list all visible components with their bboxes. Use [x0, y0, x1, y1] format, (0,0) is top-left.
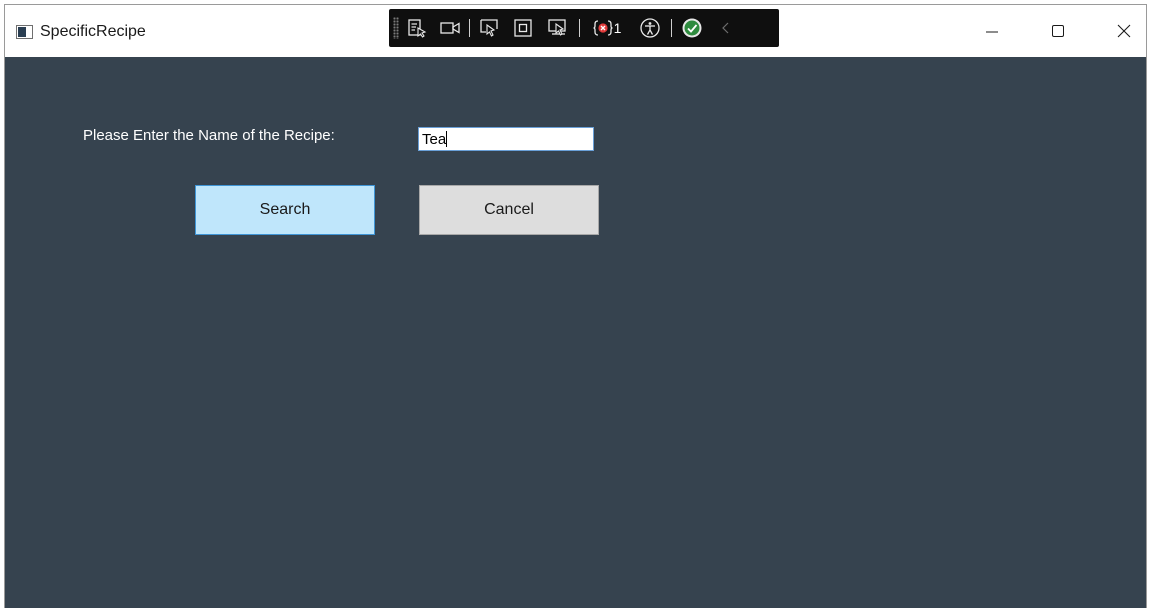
adorner-icon[interactable]	[545, 16, 571, 40]
binding-errors-icon[interactable]: 1	[587, 16, 627, 40]
binding-error-count: 1	[613, 20, 622, 36]
close-button[interactable]	[1101, 13, 1146, 49]
window-content: Please Enter the Name of the Recipe: Sea…	[5, 57, 1146, 608]
minimize-button[interactable]	[969, 13, 1015, 49]
cancel-button[interactable]: Cancel	[419, 185, 599, 235]
app-window: SpecificRecipe 1 Please Enter the Name o…	[4, 4, 1147, 608]
app-icon	[16, 25, 33, 39]
maximize-icon	[1052, 25, 1064, 37]
close-icon	[1117, 24, 1131, 38]
toolbar-grip-handle[interactable]	[393, 17, 399, 39]
checkmark-icon[interactable]	[679, 16, 705, 40]
select-element-icon[interactable]	[405, 16, 429, 40]
search-button[interactable]: Search	[195, 185, 375, 235]
title-bar[interactable]: SpecificRecipe 1	[5, 5, 1146, 57]
xaml-runtime-toolbar: 1	[389, 9, 779, 47]
text-caret	[446, 131, 447, 147]
collapse-chevron-icon[interactable]	[717, 16, 735, 40]
app-icon-pane	[18, 27, 26, 37]
minimize-icon	[986, 31, 998, 33]
accessibility-icon[interactable]	[637, 16, 663, 40]
maximize-button[interactable]	[1035, 13, 1081, 49]
pointer-select-icon[interactable]	[477, 16, 501, 40]
frame-icon[interactable]	[511, 16, 535, 40]
toolbar-separator	[579, 19, 580, 37]
window-title: SpecificRecipe	[40, 23, 146, 40]
toolbar-separator	[469, 19, 470, 37]
record-icon[interactable]	[437, 16, 463, 40]
recipe-name-input[interactable]	[418, 127, 594, 151]
recipe-name-prompt: Please Enter the Name of the Recipe:	[83, 127, 335, 144]
toolbar-separator	[671, 19, 672, 37]
